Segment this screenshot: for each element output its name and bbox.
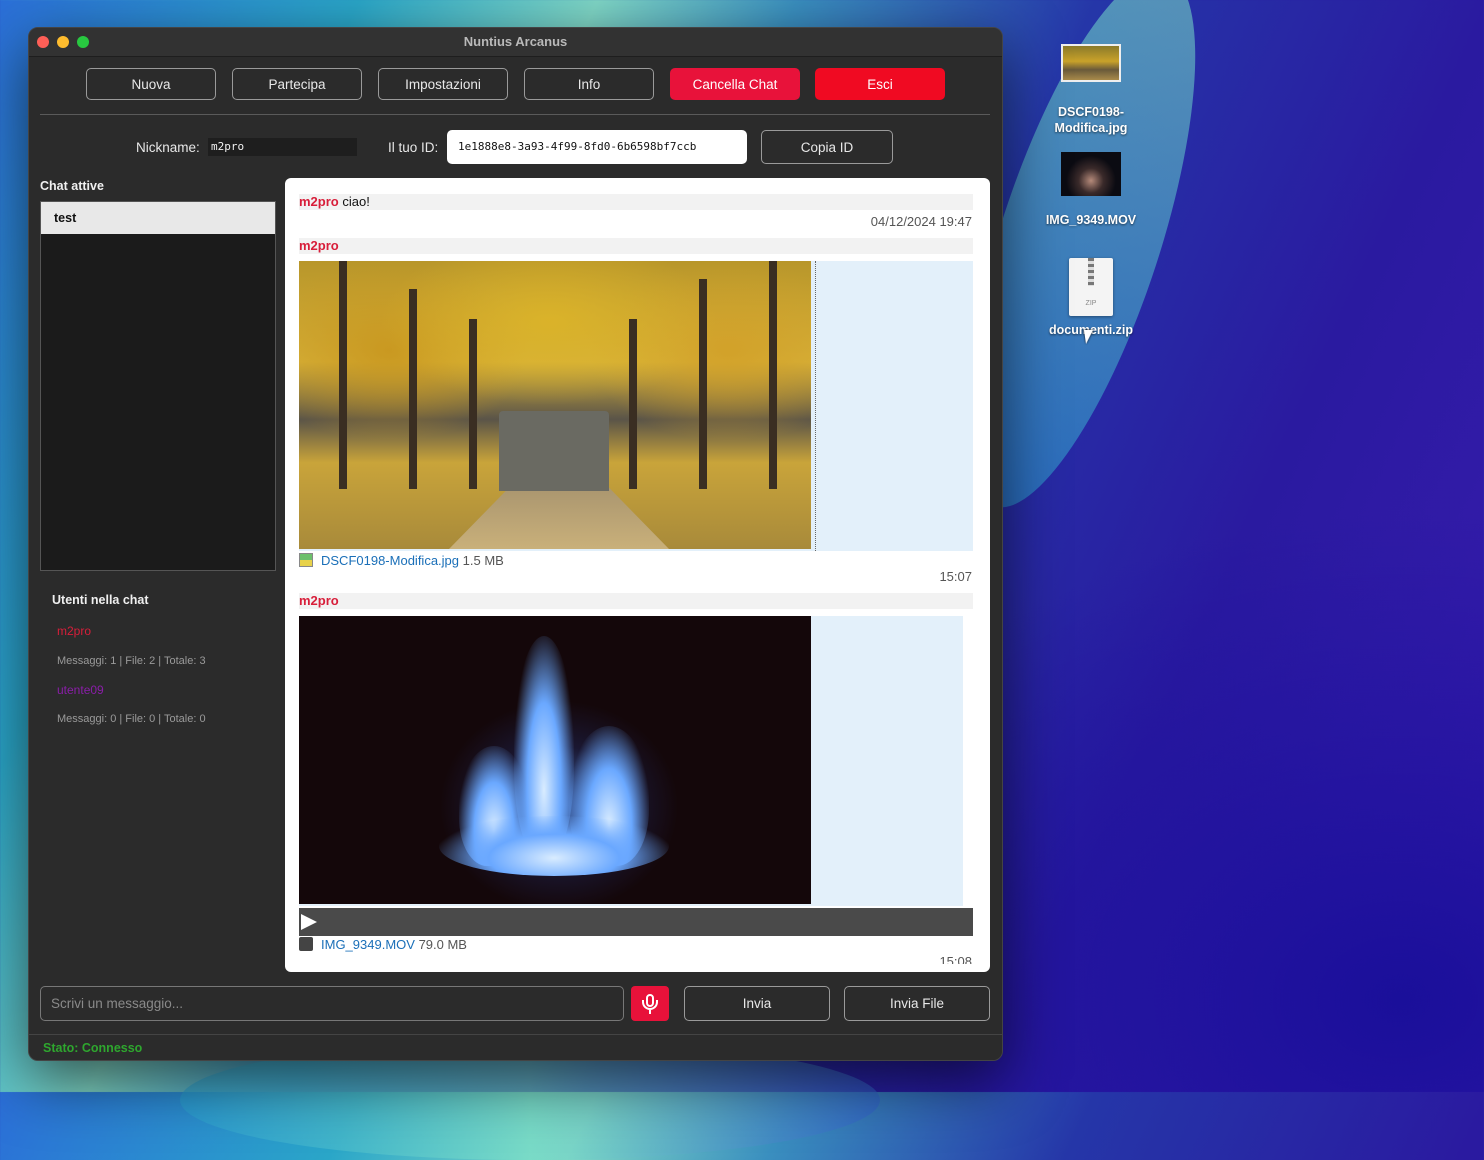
- user-stats: Messaggi: 1 | File: 2 | Totale: 3: [57, 655, 206, 667]
- chat-item-test[interactable]: test: [41, 202, 275, 234]
- desktop-file-zip[interactable]: ZIP documenti.zip: [1036, 258, 1146, 338]
- image-file-icon: [299, 553, 313, 567]
- desktop-file-mov[interactable]: IMG_9349.MOV: [1036, 152, 1146, 228]
- chat-users-heading: Utenti nella chat: [52, 593, 149, 607]
- clear-chat-button[interactable]: Cancella Chat: [670, 68, 800, 100]
- record-audio-button[interactable]: [631, 986, 669, 1021]
- play-icon[interactable]: [301, 914, 317, 930]
- messages-panel[interactable]: m2pro ciao! 04/12/2024 19:47 m2pro DSCF0…: [285, 178, 990, 972]
- video-camera-icon: [299, 937, 313, 951]
- file-size: 1.5 MB: [462, 553, 504, 568]
- video-controls[interactable]: [299, 908, 973, 936]
- file-attachment[interactable]: IMG_9349.MOV 79.0 MB: [299, 937, 467, 952]
- image-preview[interactable]: [299, 261, 811, 549]
- status-bar: Stato: Connesso: [29, 1034, 1002, 1060]
- connection-status: Stato: Connesso: [43, 1041, 143, 1055]
- message-timestamp: 15:07: [939, 569, 972, 584]
- active-chats-list[interactable]: test: [40, 201, 276, 571]
- nickname-input[interactable]: m2pro: [208, 138, 357, 156]
- message-input[interactable]: Scrivi un messaggio...: [40, 986, 624, 1021]
- user-id-field[interactable]: 1e1888e8-3a93-4f99-8fd0-6b6598bf7ccb: [447, 130, 747, 164]
- join-chat-button[interactable]: Partecipa: [232, 68, 362, 100]
- message-header: m2pro ciao!: [299, 194, 973, 210]
- divider: [40, 114, 990, 115]
- send-file-button[interactable]: Invia File: [844, 986, 990, 1021]
- message-header: m2pro: [299, 238, 973, 254]
- message-sender: m2pro: [299, 593, 339, 608]
- nickname-label: Nickname:: [136, 140, 200, 155]
- window-title: Nuntius Arcanus: [463, 34, 568, 49]
- file-link[interactable]: IMG_9349.MOV: [321, 937, 415, 952]
- desktop-file-jpg[interactable]: DSCF0198- Modifica.jpg: [1036, 44, 1146, 136]
- zip-file-icon: ZIP: [1069, 258, 1113, 316]
- title-bar[interactable]: Nuntius Arcanus: [29, 28, 1002, 57]
- user-name: m2pro: [57, 624, 92, 638]
- desktop-file-label: IMG_9349.MOV: [1045, 213, 1137, 227]
- mouse-cursor-icon: [1084, 330, 1095, 344]
- divider: [815, 261, 816, 551]
- exit-button[interactable]: Esci: [815, 68, 945, 100]
- message-timestamp: 04/12/2024 19:47: [870, 214, 972, 229]
- user-name: utente09: [57, 683, 104, 697]
- file-size: 79.0 MB: [418, 937, 467, 952]
- image-thumbnail-icon: [1061, 44, 1121, 82]
- desktop-file-label: DSCF0198-: [1058, 105, 1124, 119]
- desktop-file-label: Modifica.jpg: [1054, 121, 1128, 135]
- file-link[interactable]: DSCF0198-Modifica.jpg: [321, 553, 459, 568]
- message-text: ciao!: [342, 194, 370, 209]
- new-chat-button[interactable]: Nuova: [86, 68, 216, 100]
- send-button[interactable]: Invia: [684, 986, 830, 1021]
- copy-id-button[interactable]: Copia ID: [761, 130, 893, 164]
- message-sender: m2pro: [299, 238, 339, 253]
- settings-button[interactable]: Impostazioni: [378, 68, 508, 100]
- video-preview[interactable]: [299, 616, 811, 904]
- file-attachment[interactable]: DSCF0198-Modifica.jpg 1.5 MB: [299, 553, 504, 568]
- message-sender: m2pro: [299, 194, 339, 209]
- message-timestamp: 15:08: [939, 954, 972, 964]
- video-thumbnail-icon: [1061, 152, 1121, 196]
- info-button[interactable]: Info: [524, 68, 654, 100]
- message-header: m2pro: [299, 593, 973, 609]
- active-chats-heading: Chat attive: [40, 179, 104, 193]
- user-stats: Messaggi: 0 | File: 0 | Totale: 0: [57, 713, 206, 725]
- app-window: Nuntius Arcanus Nuova Partecipa Impostaz…: [28, 27, 1003, 1061]
- id-label: Il tuo ID:: [388, 140, 439, 155]
